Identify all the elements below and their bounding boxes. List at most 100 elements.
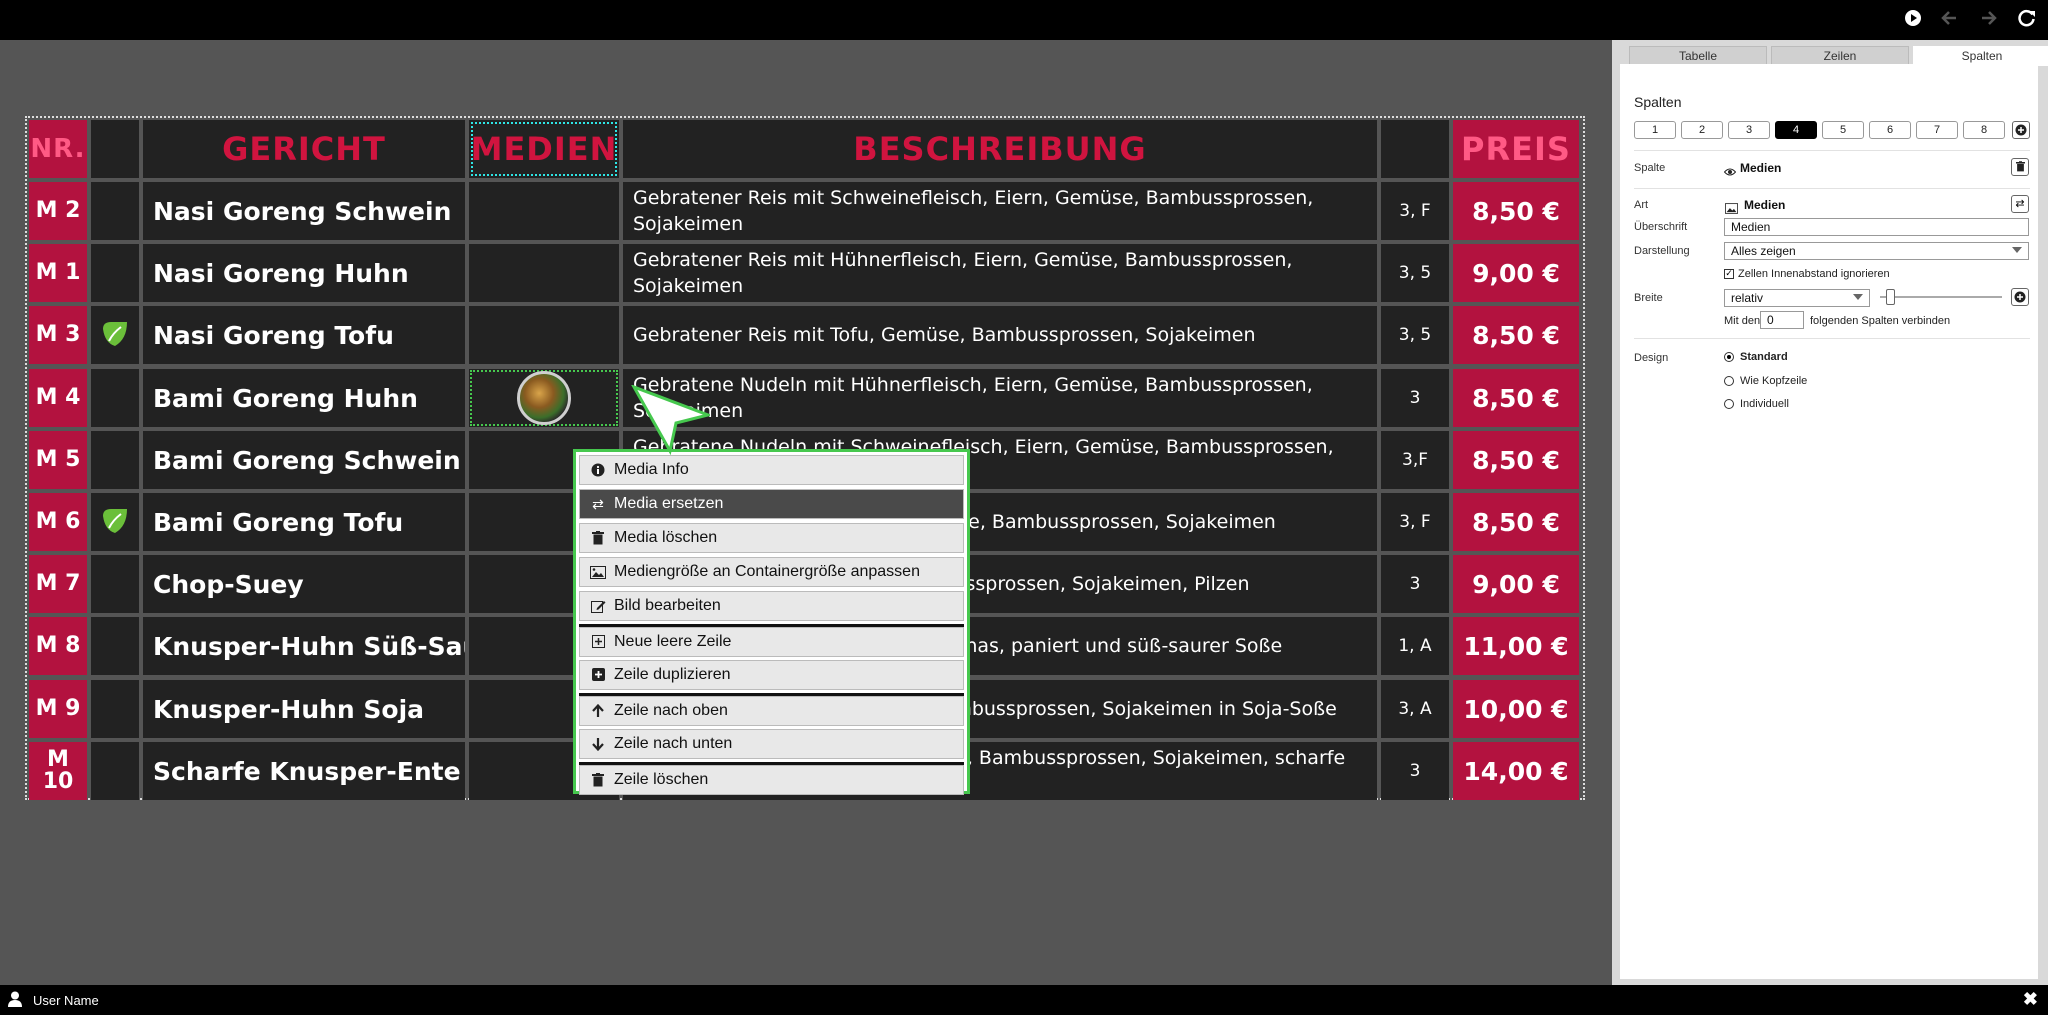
cell-vegan[interactable] — [91, 369, 139, 427]
menu-item-mediengroesse-anpassen[interactable]: Mediengröße an Containergröße anpassen — [579, 557, 964, 587]
cell-allergene[interactable]: 3, 5 — [1381, 244, 1449, 302]
cell-allergene[interactable]: 3, 5 — [1381, 306, 1449, 364]
zellen-innenabstand-checkbox[interactable]: ✓ — [1724, 269, 1734, 279]
menu-item-media-info[interactable]: Media Info — [579, 455, 964, 485]
cell-allergene[interactable]: 3, A — [1381, 680, 1449, 738]
cell-gericht[interactable]: Scharfe Knusper-Ente — [143, 742, 465, 800]
cell-media[interactable] — [469, 244, 619, 302]
cell-gericht[interactable]: Nasi Goreng Huhn — [143, 244, 465, 302]
column-select-button[interactable]: 3 — [1728, 121, 1770, 139]
cell-allergene[interactable]: 1, A — [1381, 617, 1449, 675]
merge-columns-input[interactable]: 0 — [1760, 311, 1804, 329]
change-type-button[interactable]: ⇄ — [2011, 195, 2029, 213]
cell-media[interactable] — [469, 369, 619, 427]
cell-gericht[interactable]: Bami Goreng Huhn — [143, 369, 465, 427]
header-beschreibung[interactable]: BESCHREIBUNG — [623, 120, 1377, 178]
cell-allergene[interactable]: 3, F — [1381, 182, 1449, 240]
cell-nr[interactable]: M 10 — [29, 742, 87, 800]
breite-slider-handle[interactable] — [1886, 289, 1895, 305]
cell-allergene[interactable]: 3,F — [1381, 431, 1449, 489]
delete-column-button[interactable] — [2011, 158, 2029, 176]
cell-preis[interactable]: 8,50 € — [1453, 182, 1579, 240]
design-option-standard: Standard — [1740, 351, 1788, 363]
cell-nr[interactable]: M 5 — [29, 431, 87, 489]
menu-item-media-loeschen[interactable]: Media löschen — [579, 523, 964, 553]
cell-preis[interactable]: 10,00 € — [1453, 680, 1579, 738]
cell-vegan[interactable] — [91, 431, 139, 489]
cell-gericht[interactable]: Bami Goreng Tofu — [143, 493, 465, 551]
cell-media[interactable] — [469, 306, 619, 364]
add-column-icon[interactable] — [2012, 121, 2030, 139]
cell-nr[interactable]: M 3 — [29, 306, 87, 364]
column-select-button[interactable]: 6 — [1869, 121, 1911, 139]
cell-beschreibung[interactable]: Gebratener Reis mit Schweinefleisch, Eie… — [623, 182, 1377, 240]
cell-preis[interactable]: 14,00 € — [1453, 742, 1579, 800]
header-vegan[interactable] — [91, 120, 139, 178]
food-image-thumbnail[interactable] — [517, 371, 571, 425]
menu-item-zeile-loeschen[interactable]: Zeile löschen — [579, 765, 964, 795]
cell-beschreibung[interactable]: Gebratener Reis mit Hühnerfleisch, Eiern… — [623, 244, 1377, 302]
cell-nr[interactable]: M 7 — [29, 555, 87, 613]
breite-select[interactable]: relativ — [1724, 289, 1870, 307]
column-select-button-active[interactable]: 4 — [1775, 121, 1817, 139]
darstellung-select[interactable]: Alles zeigen — [1724, 242, 2029, 260]
menu-item-zeile-nach-unten[interactable]: Zeile nach unten — [579, 729, 964, 759]
cell-vegan[interactable] — [91, 493, 139, 551]
menu-item-bild-bearbeiten[interactable]: Bild bearbeiten — [579, 591, 964, 621]
cell-gericht[interactable]: Nasi Goreng Tofu — [143, 306, 465, 364]
cell-allergene[interactable]: 3 — [1381, 742, 1449, 800]
cell-vegan[interactable] — [91, 244, 139, 302]
breite-slider-track[interactable] — [1880, 296, 2002, 298]
column-select-button[interactable]: 5 — [1822, 121, 1864, 139]
cell-preis[interactable]: 8,50 € — [1453, 306, 1579, 364]
cell-gericht[interactable]: Knusper-Huhn Süß-Saurer — [143, 617, 465, 675]
cell-preis[interactable]: 8,50 € — [1453, 493, 1579, 551]
cell-allergene[interactable]: 3 — [1381, 555, 1449, 613]
menu-item-neue-leere-zeile[interactable]: Neue leere Zeile — [579, 627, 964, 657]
menu-item-zeile-duplizieren[interactable]: Zeile duplizieren — [579, 660, 964, 690]
design-radio-standard[interactable] — [1724, 352, 1734, 362]
cell-allergene[interactable]: 3 — [1381, 369, 1449, 427]
cell-gericht[interactable]: Knusper-Huhn Soja — [143, 680, 465, 738]
cell-gericht[interactable]: Chop-Suey — [143, 555, 465, 613]
cell-nr[interactable]: M 2 — [29, 182, 87, 240]
cell-nr[interactable]: M 4 — [29, 369, 87, 427]
breite-add-icon[interactable] — [2011, 288, 2029, 306]
column-select-button[interactable]: 7 — [1916, 121, 1958, 139]
column-select-button[interactable]: 1 — [1634, 121, 1676, 139]
cell-beschreibung[interactable]: Gebratener Reis mit Tofu, Gemüse, Bambus… — [623, 306, 1377, 364]
cell-nr[interactable]: M 6 — [29, 493, 87, 551]
cell-preis[interactable]: 9,00 € — [1453, 244, 1579, 302]
cell-preis[interactable]: 11,00 € — [1453, 617, 1579, 675]
cell-vegan[interactable] — [91, 555, 139, 613]
cell-preis[interactable]: 9,00 € — [1453, 555, 1579, 613]
cell-gericht[interactable]: Nasi Goreng Schwein — [143, 182, 465, 240]
cell-beschreibung[interactable]: Gebratene Nudeln mit Hühnerfleisch, Eier… — [623, 369, 1377, 427]
column-select-button[interactable]: 2 — [1681, 121, 1723, 139]
cell-vegan[interactable] — [91, 617, 139, 675]
header-allergene[interactable] — [1381, 120, 1449, 178]
cell-gericht[interactable]: Bami Goreng Schwein — [143, 431, 465, 489]
cell-nr[interactable]: M 1 — [29, 244, 87, 302]
cell-media[interactable] — [469, 182, 619, 240]
cell-preis[interactable]: 8,50 € — [1453, 431, 1579, 489]
cell-nr[interactable]: M 8 — [29, 617, 87, 675]
cell-preis[interactable]: 8,50 € — [1453, 369, 1579, 427]
cell-vegan[interactable] — [91, 182, 139, 240]
close-icon[interactable]: ✖ — [2023, 989, 2038, 1010]
cell-vegan[interactable] — [91, 680, 139, 738]
header-gericht[interactable]: GERICHT — [143, 120, 465, 178]
column-select-button[interactable]: 8 — [1963, 121, 2005, 139]
ueberschrift-input[interactable]: Medien — [1724, 218, 2029, 236]
menu-item-zeile-nach-oben[interactable]: Zeile nach oben — [579, 696, 964, 726]
cell-nr[interactable]: M 9 — [29, 680, 87, 738]
cell-allergene[interactable]: 3, F — [1381, 493, 1449, 551]
header-preis[interactable]: PREIS — [1453, 120, 1579, 178]
cell-vegan[interactable] — [91, 742, 139, 800]
cell-vegan[interactable] — [91, 306, 139, 364]
header-nr[interactable]: NR. — [29, 120, 87, 178]
design-radio-kopfzeile[interactable] — [1724, 376, 1734, 386]
design-radio-individuell[interactable] — [1724, 399, 1734, 409]
header-medien[interactable]: MEDIEN — [469, 120, 619, 178]
menu-item-media-ersetzen[interactable]: ⇄ Media ersetzen — [579, 489, 964, 519]
